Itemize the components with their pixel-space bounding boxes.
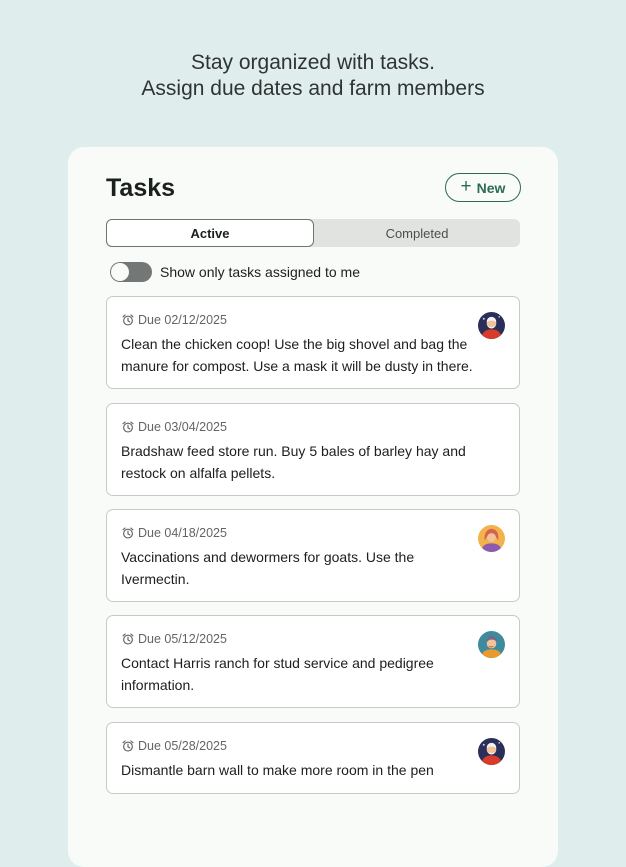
headline-line-1: Stay organized with tasks. bbox=[191, 51, 435, 74]
alarm-clock-icon bbox=[122, 527, 134, 539]
tab-completed[interactable]: Completed bbox=[314, 219, 520, 247]
due-date-text: Due 05/28/2025 bbox=[138, 739, 227, 753]
headline-line-2: Assign due dates and farm members bbox=[141, 77, 485, 100]
task-card[interactable]: Due 05/12/2025 Contact Harris ranch for … bbox=[106, 615, 520, 708]
assigned-filter: Show only tasks assigned to me bbox=[110, 262, 360, 282]
avatar-farmer-red-icon bbox=[478, 738, 505, 765]
alarm-clock-icon bbox=[122, 421, 134, 433]
task-status-tabs: Active Completed bbox=[106, 219, 520, 247]
alarm-clock-icon bbox=[122, 633, 134, 645]
assigned-to-me-label: Show only tasks assigned to me bbox=[160, 264, 360, 280]
new-task-label: New bbox=[476, 179, 506, 196]
tasks-card: Tasks + New Active Completed Show only t… bbox=[68, 147, 558, 867]
due-date: Due 03/04/2025 bbox=[121, 420, 227, 434]
alarm-clock-icon bbox=[122, 314, 134, 326]
due-date-text: Due 02/12/2025 bbox=[138, 313, 227, 327]
headline: Stay organized with tasks. Assign due da… bbox=[0, 50, 626, 102]
task-description: Contact Harris ranch for stud service an… bbox=[121, 655, 434, 693]
toggle-knob bbox=[111, 263, 129, 281]
task-description: Dismantle barn wall to make more room in… bbox=[121, 762, 434, 778]
new-task-button[interactable]: + New bbox=[445, 173, 521, 202]
task-card[interactable]: Due 05/28/2025 Dismantle barn wall to ma… bbox=[106, 722, 520, 794]
task-card[interactable]: Due 04/18/2025 Vaccinations and dewormer… bbox=[106, 509, 520, 602]
task-description: Bradshaw feed store run. Buy 5 bales of … bbox=[121, 443, 466, 481]
task-description: Vaccinations and dewormers for goats. Us… bbox=[121, 549, 415, 587]
due-date: Due 02/12/2025 bbox=[121, 313, 227, 327]
due-date-text: Due 04/18/2025 bbox=[138, 526, 227, 540]
task-card[interactable]: Due 02/12/2025 Clean the chicken coop! U… bbox=[106, 296, 520, 389]
alarm-clock-icon bbox=[122, 740, 134, 752]
assigned-to-me-toggle[interactable] bbox=[110, 262, 152, 282]
tab-active[interactable]: Active bbox=[106, 219, 314, 247]
task-card[interactable]: Due 03/04/2025 Bradshaw feed store run. … bbox=[106, 403, 520, 496]
task-description: Clean the chicken coop! Use the big shov… bbox=[121, 336, 473, 374]
due-date-text: Due 05/12/2025 bbox=[138, 632, 227, 646]
page-title: Tasks bbox=[106, 174, 176, 202]
avatar-woman-icon bbox=[478, 525, 505, 552]
due-date: Due 05/12/2025 bbox=[121, 632, 227, 646]
due-date: Due 05/28/2025 bbox=[121, 739, 227, 753]
due-date-text: Due 03/04/2025 bbox=[138, 420, 227, 434]
avatar-farmer-red-icon bbox=[478, 312, 505, 339]
avatar-man-icon bbox=[478, 631, 505, 658]
due-date: Due 04/18/2025 bbox=[121, 526, 227, 540]
plus-icon: + bbox=[460, 176, 472, 197]
